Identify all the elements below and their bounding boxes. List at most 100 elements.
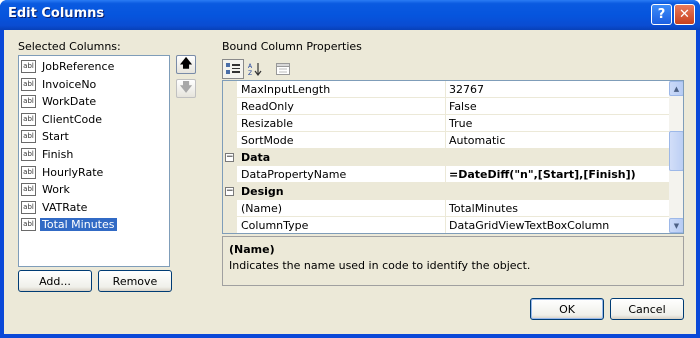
cancel-button-label: Cancel <box>628 302 666 316</box>
title-bar[interactable]: Edit Columns ? ✕ <box>0 0 700 30</box>
property-value[interactable]: False <box>449 100 477 113</box>
property-value[interactable]: =DateDiff("n",[Start],[Finish]) <box>449 168 636 181</box>
window-title: Edit Columns <box>8 6 105 21</box>
property-grid-scrollbar[interactable]: ▲ ▼ <box>669 81 683 233</box>
column-list-item[interactable]: abl Work <box>21 181 167 198</box>
textbox-column-icon: abl <box>21 77 36 91</box>
column-list-item[interactable]: abl VATRate <box>21 199 167 216</box>
property-row[interactable]: Resizable True <box>223 115 669 132</box>
remove-button[interactable]: Remove <box>98 270 172 292</box>
column-list-item[interactable]: abl InvoiceNo <box>21 76 167 93</box>
bound-column-properties-label: Bound Column Properties <box>222 40 362 53</box>
property-grid[interactable]: MaxInputLength 32767 ReadOnly False Resizabl… <box>222 80 684 234</box>
property-row[interactable]: ReadOnly False <box>223 98 669 115</box>
column-name: Start <box>42 130 69 144</box>
ok-button[interactable]: OK <box>530 298 604 320</box>
add-button[interactable]: Add... <box>18 270 92 292</box>
selected-columns-list[interactable]: abl JobReference abl InvoiceNo abl WorkDate ab… <box>18 55 170 267</box>
column-divider[interactable] <box>445 98 446 115</box>
categorized-icon <box>226 63 240 74</box>
alphabetical-icon: A Z <box>248 63 262 76</box>
column-name: ClientCode <box>42 112 103 126</box>
category-name: Data <box>241 151 271 164</box>
property-value[interactable]: True <box>449 117 472 130</box>
column-list-item[interactable]: abl HourlyRate <box>21 164 167 181</box>
textbox-column-icon: abl <box>21 60 36 73</box>
remove-button-label: Remove <box>112 274 158 288</box>
help-title: (Name) <box>229 243 275 256</box>
textbox-column-icon: abl <box>21 200 36 214</box>
close-button[interactable]: ✕ <box>674 4 695 25</box>
property-pages-icon <box>276 63 290 75</box>
scroll-up-icon[interactable]: ▲ <box>669 81 683 96</box>
scroll-down-icon[interactable]: ▼ <box>669 218 683 233</box>
column-list-item[interactable]: abl WorkDate <box>21 93 167 110</box>
close-icon: ✕ <box>679 7 690 22</box>
column-divider[interactable] <box>445 81 446 98</box>
svg-text:A: A <box>248 63 253 70</box>
column-list-item[interactable]: abl Start <box>21 128 167 145</box>
property-row[interactable]: MaxInputLength 32767 <box>223 81 669 98</box>
add-button-label: Add... <box>39 274 71 288</box>
move-up-button[interactable]: 🡅 <box>176 55 196 74</box>
property-name: ReadOnly <box>241 100 294 113</box>
textbox-column-icon: abl <box>21 95 36 109</box>
column-divider[interactable] <box>445 217 446 233</box>
property-name: (Name) <box>241 202 283 215</box>
row-gutter <box>223 132 237 149</box>
property-help-pane: (Name) Indicates the name used in code t… <box>222 236 684 286</box>
column-divider[interactable] <box>445 132 446 149</box>
column-name: JobReference <box>42 60 115 73</box>
column-name: VATRate <box>42 200 88 214</box>
column-name: HourlyRate <box>42 165 104 179</box>
collapse-icon[interactable]: − <box>225 153 234 162</box>
row-gutter <box>223 98 237 115</box>
row-gutter <box>223 200 237 217</box>
alphabetical-button[interactable]: A Z <box>244 59 266 79</box>
dialog-client-area: Selected Columns: abl JobReference abl Invo… <box>4 30 696 334</box>
row-gutter <box>223 81 237 98</box>
property-value[interactable]: TotalMinutes <box>449 202 518 215</box>
property-row[interactable]: ColumnType DataGridViewTextBoxColumn <box>223 217 669 233</box>
column-list-item[interactable]: abl Finish <box>21 146 167 163</box>
column-divider[interactable] <box>445 200 446 217</box>
arrow-down-icon: 🡇 <box>179 80 193 94</box>
column-name: Finish <box>42 148 74 161</box>
ok-button-label: OK <box>559 302 575 316</box>
property-name: ColumnType <box>241 219 309 232</box>
column-list-item[interactable]: abl JobReference <box>21 58 167 75</box>
column-name: Total Minutes <box>40 218 117 232</box>
column-name: WorkDate <box>42 95 97 109</box>
column-name: Work <box>42 183 70 197</box>
column-divider[interactable] <box>445 166 446 183</box>
categorized-button[interactable] <box>222 59 244 79</box>
property-value[interactable]: 32767 <box>449 83 484 96</box>
column-list-item[interactable]: abl ClientCode <box>21 111 167 128</box>
textbox-column-icon: abl <box>21 130 36 144</box>
move-down-button[interactable]: 🡇 <box>176 79 196 98</box>
collapse-icon[interactable]: − <box>225 187 234 196</box>
property-value[interactable]: Automatic <box>449 134 505 147</box>
row-gutter <box>223 115 237 132</box>
help-description: Indicates the name used in code to ident… <box>229 259 531 272</box>
svg-text:Z: Z <box>248 70 252 76</box>
cancel-button[interactable]: Cancel <box>610 298 684 320</box>
property-row[interactable]: DataPropertyName =DateDiff("n",[Start],[F… <box>223 166 669 183</box>
property-row[interactable]: (Name) TotalMinutes <box>223 200 669 217</box>
column-list-item[interactable]: abl Total Minutes <box>21 216 167 233</box>
property-category-row[interactable]: − Design <box>223 183 669 200</box>
property-row[interactable]: SortMode Automatic <box>223 132 669 149</box>
property-category-row[interactable]: − Data <box>223 149 669 166</box>
arrow-up-icon: 🡅 <box>179 56 193 70</box>
property-name: SortMode <box>241 134 294 147</box>
row-gutter <box>223 166 237 183</box>
edit-columns-window: Edit Columns ? ✕ Selected Columns: abl Jo… <box>0 0 700 338</box>
property-value[interactable]: DataGridViewTextBoxColumn <box>449 219 609 232</box>
scroll-thumb[interactable] <box>669 131 683 171</box>
help-button[interactable]: ? <box>651 4 672 25</box>
textbox-column-icon: abl <box>21 218 36 232</box>
property-name: DataPropertyName <box>241 168 347 181</box>
column-divider[interactable] <box>445 115 446 132</box>
property-name: MaxInputLength <box>241 83 331 96</box>
property-pages-button[interactable] <box>272 59 294 79</box>
